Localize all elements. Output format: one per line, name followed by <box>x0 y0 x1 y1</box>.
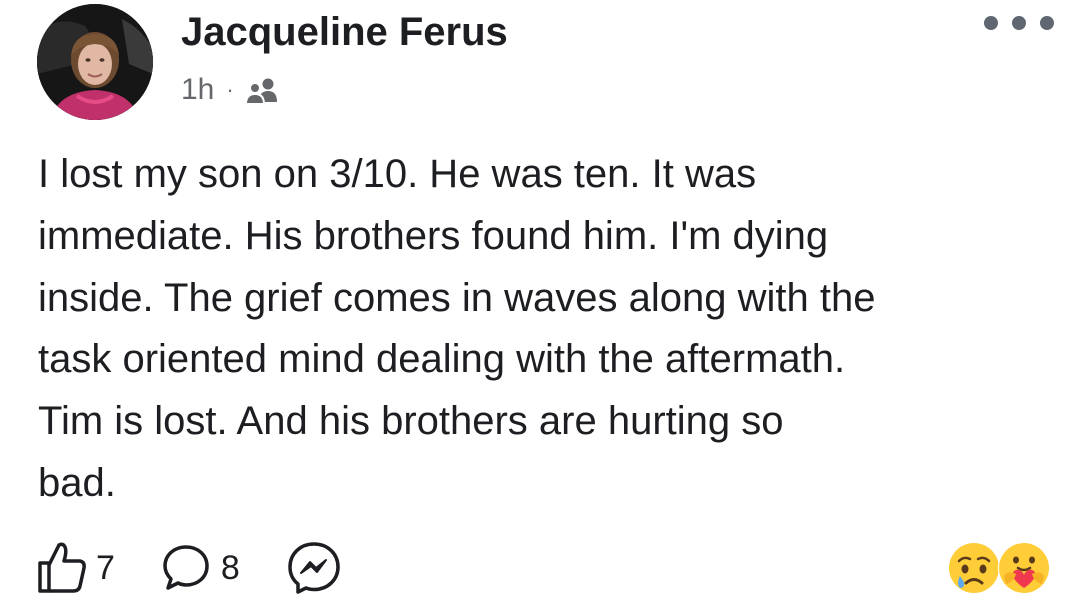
comment-count: 8 <box>220 549 240 587</box>
comment-bubble-icon <box>161 543 211 593</box>
more-dot <box>1040 16 1054 30</box>
care-reaction-icon <box>998 542 1050 594</box>
author-name[interactable]: Jacqueline Ferus <box>181 6 508 58</box>
post-actions: 7 8 <box>36 536 388 600</box>
facebook-post: Jacqueline Ferus 1h · I lost my son on 3… <box>0 0 1080 610</box>
comment-button[interactable]: 8 <box>161 543 240 593</box>
like-button[interactable]: 7 <box>36 541 115 595</box>
meta-separator: · <box>226 77 234 102</box>
post-timestamp[interactable]: 1h <box>181 68 214 112</box>
like-count: 7 <box>96 549 115 587</box>
more-dot <box>984 16 998 30</box>
more-options-button[interactable] <box>984 10 1054 36</box>
avatar-photo <box>37 4 153 120</box>
post-text: I lost my son on 3/10. He was ten. It wa… <box>38 152 876 505</box>
messenger-icon <box>286 540 342 596</box>
sad-reaction-icon <box>949 543 999 593</box>
more-dot <box>1012 16 1026 30</box>
reaction-summary[interactable] <box>944 540 1054 596</box>
author-avatar[interactable] <box>37 4 153 120</box>
thumbs-up-icon <box>36 541 86 595</box>
messenger-share-button[interactable] <box>286 540 342 596</box>
friends-icon[interactable] <box>244 75 280 105</box>
post-meta: 1h · <box>181 68 280 112</box>
